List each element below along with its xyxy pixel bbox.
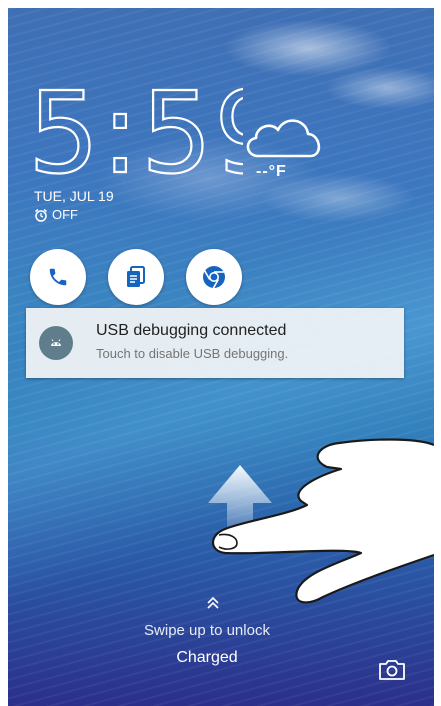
memo-icon bbox=[127, 266, 145, 287]
swipe-gesture-hand-icon bbox=[208, 438, 434, 604]
alarm-label: OFF bbox=[52, 207, 78, 222]
lock-screen: 5:59 --°F TUE, JUL 19 OFF bbox=[8, 8, 434, 706]
swipe-hint: Swipe up to unlock bbox=[144, 622, 270, 639]
notification-title: USB debugging connected bbox=[96, 322, 287, 339]
temperature: --°F bbox=[256, 163, 287, 180]
android-debug-icon bbox=[39, 326, 73, 360]
alarm-status: OFF bbox=[34, 207, 78, 222]
phone-shortcut[interactable] bbox=[30, 249, 86, 305]
notification-text: Touch to disable USB debugging. bbox=[96, 346, 289, 361]
memo-shortcut[interactable] bbox=[108, 249, 164, 305]
alarm-clock-icon bbox=[35, 208, 47, 222]
chrome-icon bbox=[203, 266, 225, 289]
svg-text:5:59: 5:59 bbox=[28, 86, 243, 186]
shortcut-bar bbox=[30, 249, 242, 305]
chrome-shortcut[interactable] bbox=[186, 249, 242, 305]
usb-debugging-notification[interactable]: USB debugging connected Touch to disable… bbox=[26, 308, 404, 378]
phone-icon bbox=[49, 268, 67, 286]
camera-icon[interactable] bbox=[378, 658, 406, 682]
clock: 5:59 bbox=[28, 86, 243, 186]
double-chevron-up-icon bbox=[207, 596, 219, 609]
battery-status: Charged bbox=[176, 649, 238, 666]
date: TUE, JUL 19 bbox=[34, 188, 114, 204]
